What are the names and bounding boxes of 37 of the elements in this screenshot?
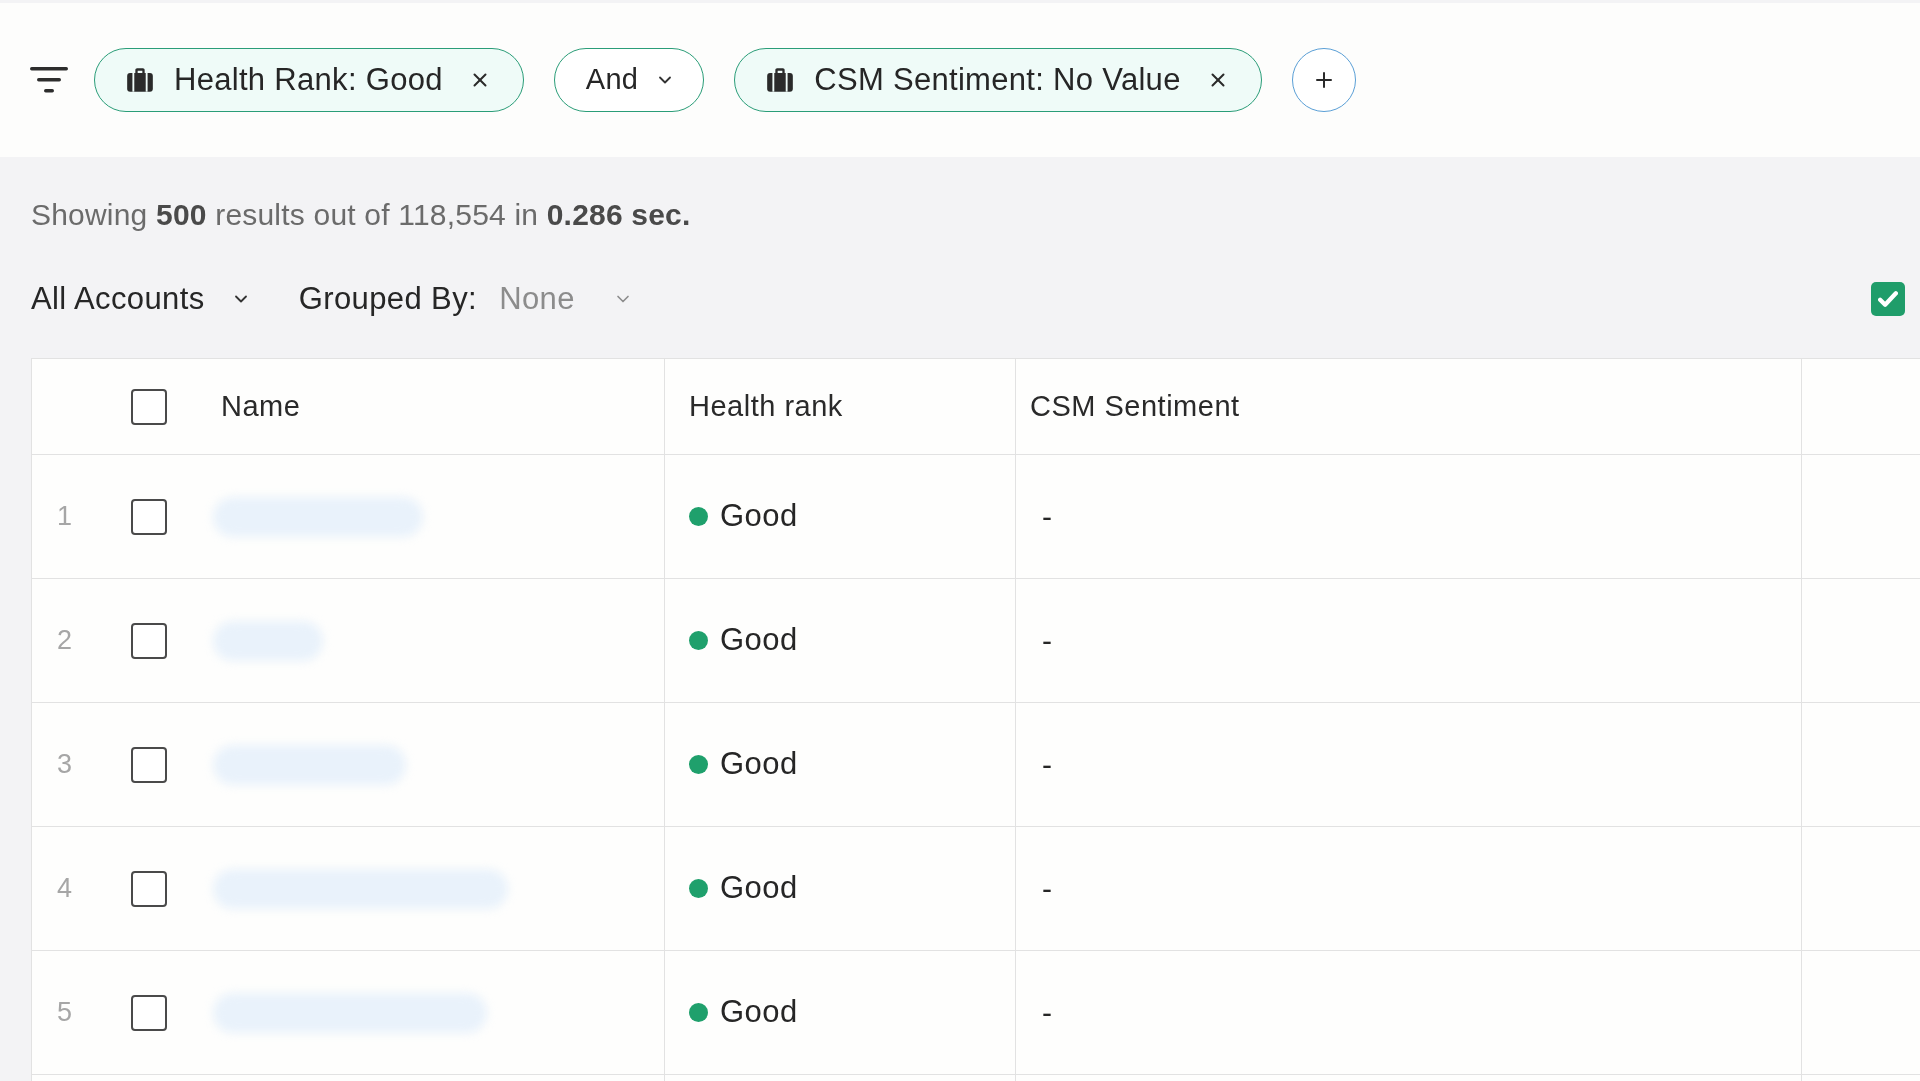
filter-chip[interactable]: Health Rank: Good <box>94 48 524 112</box>
column-header: CSM Sentiment <box>1030 388 1240 424</box>
filter-label: Health Rank: Good <box>174 60 443 99</box>
row-number: 2 <box>57 624 74 658</box>
briefcase-icon <box>126 67 154 93</box>
operator-dropdown[interactable]: And <box>553 48 705 112</box>
health-rank-value: Good <box>720 993 798 1032</box>
checkmark-icon <box>1878 291 1898 307</box>
view-dropdown[interactable]: All Accounts <box>31 275 251 323</box>
sentiment-value: - <box>1042 871 1052 907</box>
row-number: 5 <box>57 996 74 1030</box>
filter-label: CSM Sentiment: No Value <box>814 60 1181 99</box>
health-rank-value: Good <box>720 497 798 536</box>
row-number: 1 <box>57 500 74 534</box>
sentiment-value: - <box>1042 499 1052 535</box>
filter-chip[interactable]: CSM Sentiment: No Value <box>734 48 1262 112</box>
row-checkbox[interactable] <box>131 622 167 659</box>
results-summary: Showing 500 results out of 118,554 in 0.286 sec. <box>31 197 692 233</box>
row-checkbox[interactable] <box>131 870 167 907</box>
grouped-by-label: Grouped By: <box>298 279 478 318</box>
sentiment-value: - <box>1042 623 1052 659</box>
health-rank-value: Good <box>720 621 798 660</box>
column-header: Name <box>221 388 301 424</box>
checkbox[interactable] <box>1871 282 1905 316</box>
health-rank-value: Good <box>720 869 798 908</box>
row-number: 4 <box>57 872 74 906</box>
row-number: 3 <box>57 748 74 782</box>
column-header: Health rank <box>689 388 843 424</box>
briefcase-icon <box>766 67 795 93</box>
sentiment-value: - <box>1042 995 1052 1031</box>
health-rank-value: Good <box>720 745 798 784</box>
row-checkbox[interactable] <box>131 746 167 783</box>
filter-icon[interactable] <box>30 67 68 93</box>
sentiment-value: - <box>1042 747 1052 783</box>
row-checkbox[interactable] <box>131 994 167 1031</box>
select-all-checkbox[interactable] <box>131 388 167 425</box>
row-checkbox[interactable] <box>131 498 167 535</box>
